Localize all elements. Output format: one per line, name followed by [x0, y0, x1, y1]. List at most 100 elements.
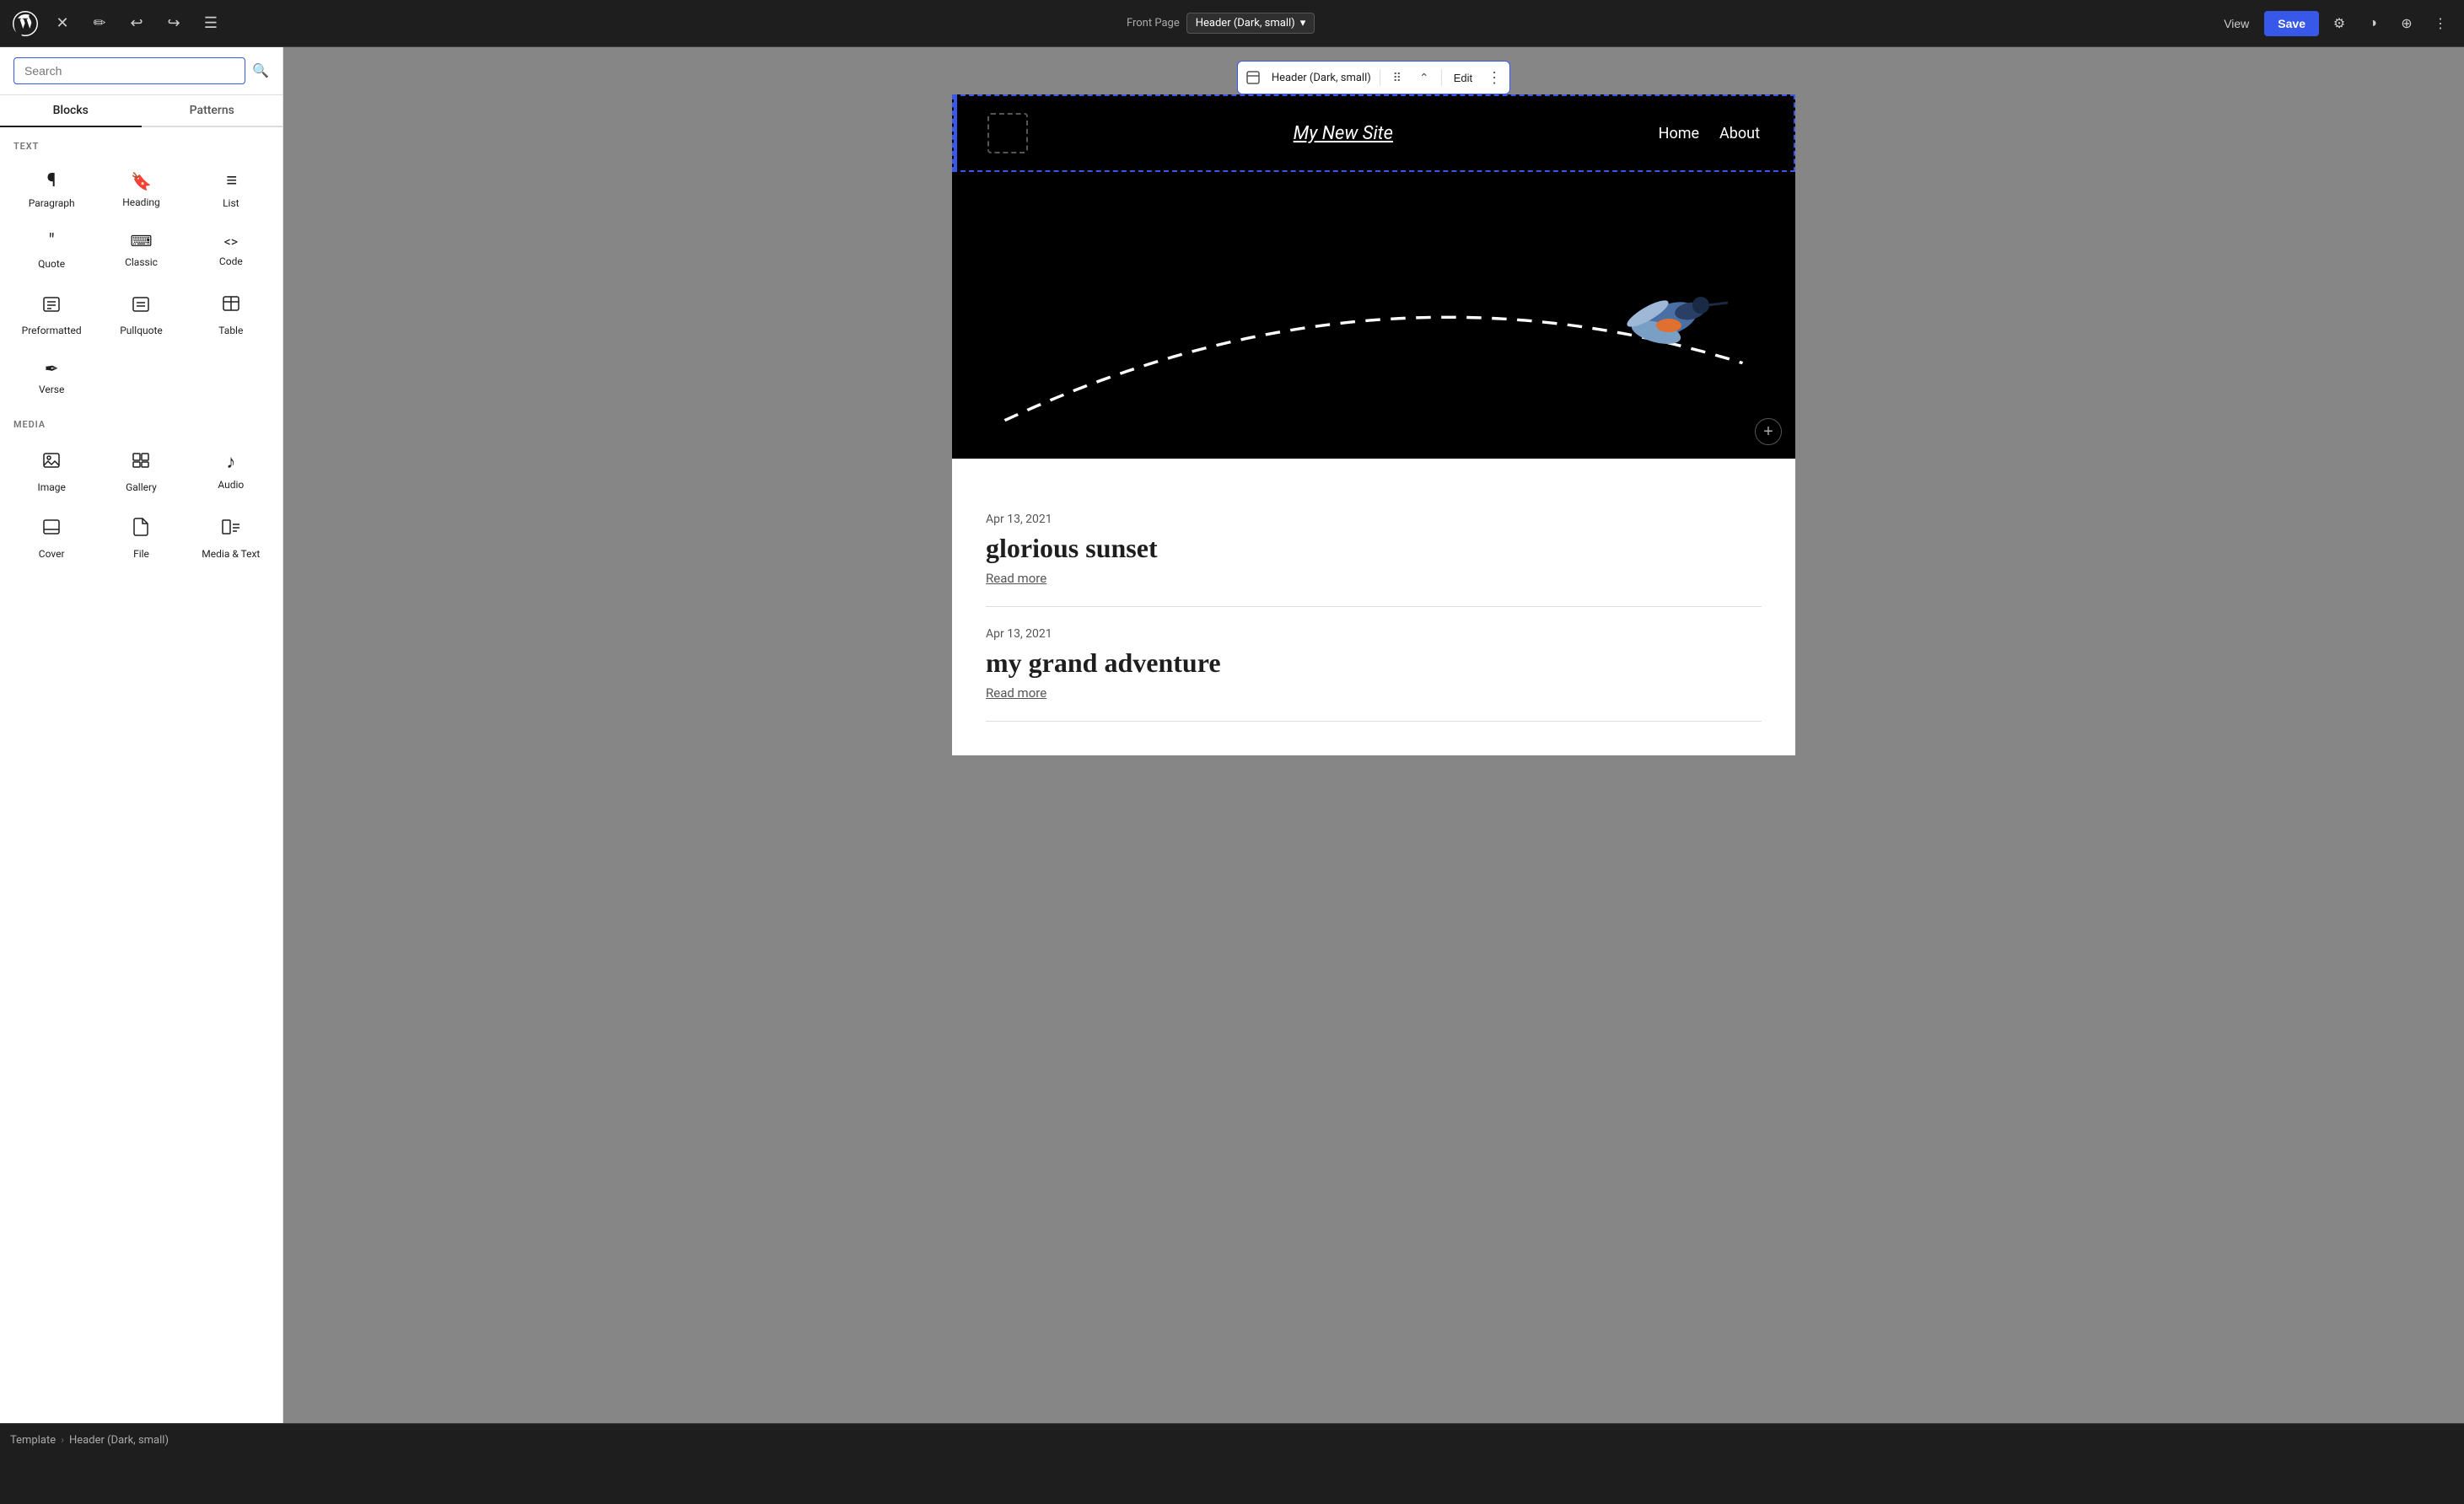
block-preformatted[interactable]: Preformatted: [7, 280, 96, 346]
pullquote-icon: [131, 294, 151, 318]
template-part-icon: [1241, 66, 1265, 89]
site-header: My New Site Home About: [952, 94, 1795, 172]
table-icon: [221, 293, 241, 318]
paragraph-icon: ¶: [47, 172, 56, 191]
post-item-1: Apr 13, 2021 glorious sunset Read more: [986, 492, 1762, 607]
block-verse[interactable]: ✒ Verse: [7, 346, 96, 406]
tab-patterns[interactable]: Patterns: [142, 95, 283, 127]
canvas-area: Header (Dark, small) ⠿ ⌃ Edit ⋮ My New S…: [283, 47, 2464, 1457]
more-options-button[interactable]: ⋮: [1482, 66, 1506, 89]
verse-label: Verse: [39, 384, 64, 395]
post-date-2: Apr 13, 2021: [986, 627, 1762, 641]
site-content: Apr 13, 2021 glorious sunset Read more A…: [952, 459, 1795, 755]
block-image[interactable]: Image: [7, 437, 96, 503]
settings-icon[interactable]: ⚙: [2326, 10, 2353, 37]
top-toolbar: ✕ ✏ ↩ ↪ ☰ Front Page Header (Dark, small…: [0, 0, 2464, 47]
divider2: [1441, 69, 1442, 86]
nav-about[interactable]: About: [1719, 125, 1760, 142]
block-media-text[interactable]: Media & Text: [186, 503, 276, 570]
toolbar-right: View Save ⚙ ◑ ⊕ ⋮: [2215, 10, 2454, 37]
toolbar-center: Front Page Header (Dark, small) ▾: [233, 13, 2208, 34]
more-options-icon[interactable]: ⋮: [2427, 10, 2454, 37]
redo-button[interactable]: ↪: [159, 8, 189, 39]
quote-label: Quote: [38, 258, 65, 270]
chevron-down-icon: ▾: [1300, 17, 1306, 30]
file-icon: [131, 517, 151, 541]
post-readmore-1[interactable]: Read more: [986, 571, 1046, 586]
breadcrumb-template[interactable]: Template: [10, 1434, 56, 1447]
sidebar: 🔍 Blocks Patterns TEXT ¶ Paragraph 🔖 Hea…: [0, 47, 283, 1457]
drag-handle-icon[interactable]: ⠿: [1385, 66, 1409, 89]
section-text-label: TEXT: [0, 127, 282, 158]
block-file[interactable]: File: [96, 503, 186, 570]
block-paragraph[interactable]: ¶ Paragraph: [7, 158, 96, 219]
paragraph-label: Paragraph: [29, 197, 75, 209]
section-media-label: MEDIA: [0, 406, 282, 437]
code-label: Code: [219, 255, 243, 267]
front-page-label: Front Page: [1127, 17, 1180, 30]
block-audio[interactable]: ♪ Audio: [186, 437, 276, 503]
post-readmore-2[interactable]: Read more: [986, 685, 1046, 701]
site-nav: Home About: [1659, 125, 1760, 142]
block-quote[interactable]: " Quote: [7, 219, 96, 280]
text-blocks-grid: ¶ Paragraph 🔖 Heading ≡ List " Quote ⌨ C…: [0, 158, 282, 406]
block-cover[interactable]: Cover: [7, 503, 96, 570]
template-badge[interactable]: Header (Dark, small) ▾: [1186, 13, 1315, 34]
theme-icon[interactable]: ◑: [2359, 10, 2386, 37]
image-icon: [41, 450, 62, 475]
classic-label: Classic: [125, 256, 158, 268]
pullquote-label: Pullquote: [120, 325, 163, 336]
search-icon-button[interactable]: 🔍: [252, 62, 269, 79]
block-table[interactable]: Table: [186, 280, 276, 346]
block-classic[interactable]: ⌨ Classic: [96, 219, 186, 280]
view-button[interactable]: View: [2215, 12, 2257, 35]
wordpress-logo: [10, 8, 40, 39]
undo-button[interactable]: ↩: [121, 8, 152, 39]
tab-blocks[interactable]: Blocks: [0, 95, 142, 127]
heading-icon: 🔖: [131, 173, 152, 190]
audio-label: Audio: [218, 479, 244, 491]
image-label: Image: [37, 481, 65, 493]
media-blocks-grid: Image Gallery ♪ Audio Cover: [0, 437, 282, 570]
site-canvas: My New Site Home About: [952, 94, 1795, 755]
search-input[interactable]: [13, 57, 245, 84]
move-up-icon[interactable]: ⌃: [1412, 66, 1436, 89]
search-bar: 🔍: [0, 47, 282, 95]
save-button[interactable]: Save: [2264, 11, 2319, 36]
site-title: My New Site: [1294, 123, 1393, 144]
audio-icon: ♪: [226, 454, 235, 472]
list-view-button[interactable]: ☰: [196, 8, 226, 39]
site-hero: +: [952, 172, 1795, 459]
table-label: Table: [218, 325, 243, 336]
site-logo-placeholder: [987, 113, 1028, 153]
header-left-border: [954, 96, 957, 170]
code-icon: <>: [224, 235, 239, 249]
block-pullquote[interactable]: Pullquote: [96, 280, 186, 346]
block-heading[interactable]: 🔖 Heading: [96, 158, 186, 219]
heading-label: Heading: [122, 196, 160, 208]
block-code[interactable]: <> Code: [186, 219, 276, 280]
main-layout: 🔍 Blocks Patterns TEXT ¶ Paragraph 🔖 Hea…: [0, 47, 2464, 1457]
cover-icon: [41, 517, 62, 541]
media-text-icon: [221, 517, 241, 541]
breadcrumb-part[interactable]: Header (Dark, small): [69, 1434, 169, 1447]
preformatted-icon: [41, 294, 62, 318]
template-badge-label: Header (Dark, small): [1196, 17, 1295, 30]
verse-icon: ✒: [45, 360, 59, 377]
media-text-label: Media & Text: [202, 548, 260, 560]
tools-icon[interactable]: ⊕: [2393, 10, 2420, 37]
edit-button[interactable]: Edit: [1447, 72, 1479, 84]
block-list[interactable]: ≡ List: [186, 158, 276, 219]
gallery-label: Gallery: [126, 481, 157, 493]
cover-label: Cover: [39, 548, 65, 560]
list-label: List: [223, 197, 239, 209]
bottom-bar: Template › Header (Dark, small): [0, 1423, 2464, 1457]
edit-button[interactable]: ✏: [84, 8, 115, 39]
close-button[interactable]: ✕: [47, 8, 78, 39]
quote-icon: ": [49, 233, 55, 251]
nav-home[interactable]: Home: [1659, 125, 1699, 142]
block-gallery[interactable]: Gallery: [96, 437, 186, 503]
hero-bird-svg: [1610, 273, 1728, 357]
classic-icon: ⌨: [131, 234, 153, 250]
add-block-button[interactable]: +: [1755, 418, 1782, 445]
